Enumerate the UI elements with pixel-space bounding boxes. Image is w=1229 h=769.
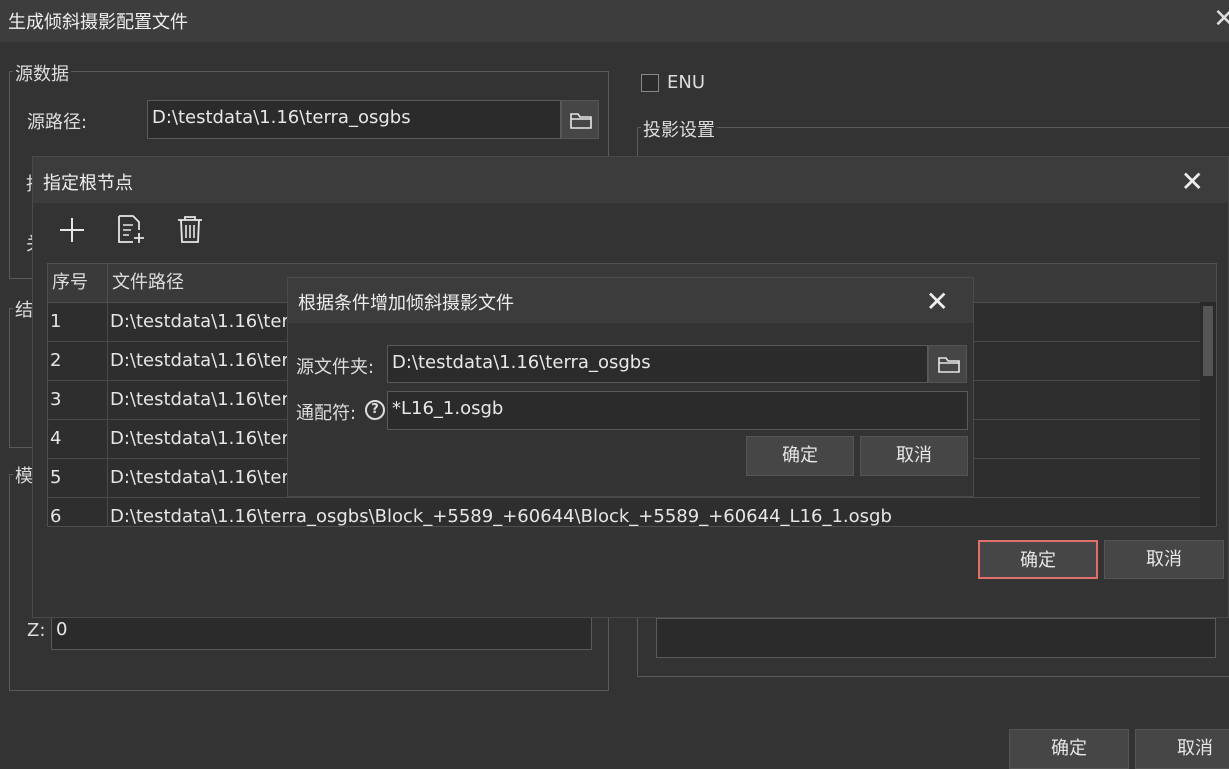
row-path: D:\testdata\1.16\terra_osgbs\Block_+5589…: [110, 506, 892, 527]
table-row[interactable]: 6 D:\testdata\1.16\terra_osgbs\Block_+55…: [48, 497, 1200, 527]
trash-icon[interactable]: [175, 213, 205, 245]
wildcard-label: 通配符:: [296, 403, 357, 424]
row-index: 6: [48, 497, 108, 526]
source-path-browse-button[interactable]: [561, 100, 599, 139]
enu-label: ENU: [667, 72, 706, 93]
z-label: Z:: [27, 620, 46, 641]
root-node-dialog-title: 指定根节点: [43, 173, 133, 194]
add-by-rule-dialog-title: 根据条件增加倾斜摄影文件: [298, 293, 514, 314]
window-close-icon[interactable]: ✕: [1213, 4, 1229, 34]
folder-icon: [938, 357, 960, 373]
root-node-dialog-close-icon[interactable]: ✕: [1181, 165, 1204, 198]
window-title: 生成倾斜摄影配置文件: [8, 12, 188, 33]
enu-checkbox[interactable]: [641, 74, 659, 92]
root-node-ok-button[interactable]: 确定: [978, 540, 1098, 579]
file-add-icon[interactable]: [115, 213, 147, 245]
window-titlebar: 生成倾斜摄影配置文件 ✕: [0, 0, 1229, 42]
root-node-cancel-button[interactable]: 取消: [1104, 540, 1224, 579]
source-folder-browse-button[interactable]: [928, 345, 967, 383]
source-folder-label: 源文件夹:: [296, 357, 375, 378]
row-index: 3: [48, 380, 108, 419]
root-node-dialog-header: 指定根节点 ✕: [33, 157, 1228, 203]
projection-text-area[interactable]: [656, 618, 1216, 658]
add-by-rule-dialog: 根据条件增加倾斜摄影文件 ✕ 源文件夹: D:\testdata\1.16\te…: [287, 277, 974, 497]
add-by-rule-dialog-header: 根据条件增加倾斜摄影文件 ✕: [288, 278, 973, 323]
main-cancel-button[interactable]: 取消: [1135, 729, 1229, 769]
source-path-input[interactable]: D:\testdata\1.16\terra_osgbs: [147, 100, 561, 139]
folder-icon: [570, 113, 592, 129]
projection-legend: 投影设置: [641, 116, 717, 142]
add-icon[interactable]: [57, 215, 87, 245]
add-by-rule-dialog-close-icon[interactable]: ✕: [926, 285, 949, 318]
table-scrollbar-thumb[interactable]: [1203, 306, 1213, 376]
row-index: 2: [48, 341, 108, 380]
source-path-label: 源路径:: [27, 112, 88, 133]
add-by-rule-ok-button[interactable]: 确定: [746, 436, 854, 476]
help-icon[interactable]: ?: [365, 400, 385, 420]
table-scrollbar[interactable]: [1200, 302, 1216, 526]
add-by-rule-cancel-button[interactable]: 取消: [860, 436, 968, 476]
source-folder-input[interactable]: D:\testdata\1.16\terra_osgbs: [387, 345, 928, 383]
column-header-index[interactable]: 序号: [48, 264, 108, 302]
row-index: 5: [48, 458, 108, 497]
row-index: 1: [48, 302, 108, 341]
source-data-legend: 源数据: [13, 60, 71, 86]
wildcard-input[interactable]: *L16_1.osgb: [387, 391, 968, 430]
row-index: 4: [48, 419, 108, 458]
main-ok-button[interactable]: 确定: [1009, 729, 1129, 769]
